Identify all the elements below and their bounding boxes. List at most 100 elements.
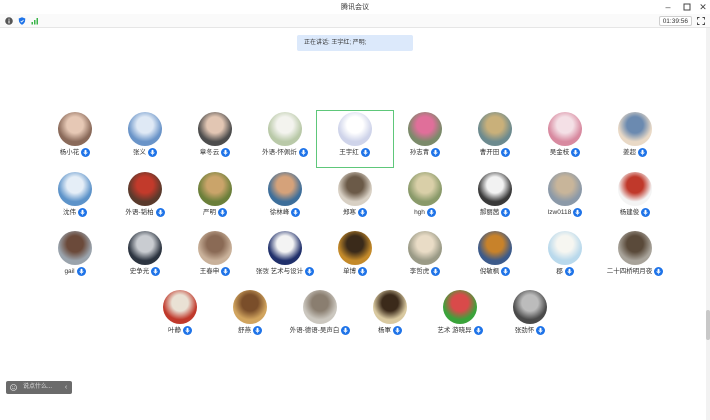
participant-tile[interactable]: 倪敏枫 [456,229,534,287]
speaking-indicator: 正在讲话: 王宇红; 严明; [297,35,413,51]
participant-tile[interactable]: 王春申 [176,229,254,287]
participant-name: 孙志青 [409,149,430,156]
participant-tile[interactable]: 徐林峰 [246,170,324,228]
avatar [443,290,477,324]
participant-name: 杨建俊 [619,209,640,216]
participant-tile[interactable]: 吴金枝 [526,110,604,168]
participant-tile[interactable]: 张劲怀 [491,288,569,346]
participant-name-row: 姜超 [576,148,694,157]
participant-name: 倪敏枫 [479,268,500,275]
participant-name: 严明 [203,209,216,216]
security-shield-icon[interactable] [18,17,26,25]
avatar [373,290,407,324]
avatar [478,112,512,146]
participant-tile[interactable]: gail [36,229,114,287]
participant-name: 单博 [343,268,356,275]
participant-tile[interactable]: 二十四桥明月夜 [596,229,674,287]
participant-tile[interactable]: 舒燕 [211,288,289,346]
avatar [478,172,512,206]
participant-tile[interactable]: 王宇红 [316,110,394,168]
participant-name-row: 张劲怀 [471,326,589,335]
participant-name: lzw0118 [547,209,572,216]
participant-name: 史争光 [129,268,150,275]
participant-tile[interactable]: 沈伟 [36,170,114,228]
microphone-icon [426,208,436,217]
avatar [548,231,582,265]
participant-name: 外语-怀佩炘 [262,149,297,156]
avatar [338,172,372,206]
participant-tile[interactable]: 严明 [176,170,254,228]
participant-tile[interactable]: 孙志青 [386,110,464,168]
microphone-icon [564,267,574,276]
participant-name: 艺术 游晓异 [437,327,472,334]
chat-input-box[interactable]: 说点什么... ‹ [6,381,72,394]
participant-name: 外语-韬柏 [125,209,154,216]
avatar [128,231,162,265]
microphone-icon [641,208,651,217]
participant-name: 郑寒 [343,209,356,216]
participant-tile[interactable]: 外语-韬柏 [106,170,184,228]
close-icon[interactable]: ✕ [697,1,709,13]
participant-tile[interactable]: 曹开田 [456,110,534,168]
participant-tile[interactable]: lzw0118 [526,170,604,228]
microphone-icon [654,267,664,276]
avatar [408,112,442,146]
info-icon[interactable] [5,17,13,25]
participant-tile[interactable]: 外语-怀佩炘 [246,110,324,168]
avatar [618,112,652,146]
participant-name: 郡 [556,268,563,275]
fullscreen-icon[interactable] [697,17,705,25]
participant-tile[interactable]: 郝丽茜 [456,170,534,228]
participant-tile[interactable]: 艺术 游晓异 [421,288,499,346]
participant-tile[interactable]: 杨小花 [36,110,114,168]
participant-tile[interactable]: 史争光 [106,229,184,287]
participant-tile[interactable]: 杨建俊 [596,170,674,228]
speaking-text: 正在讲话: 王宇红; 严明; [304,40,367,46]
participant-name: 张劲怀 [514,327,535,334]
avatar [58,112,92,146]
participant-tile[interactable]: 单博 [316,229,394,287]
title-bar: 腾讯会议 – ✕ [0,0,710,14]
avatar [233,290,267,324]
participant-tile[interactable]: 李哲虎 [386,229,464,287]
minimize-icon[interactable]: – [662,1,674,13]
meeting-toolbar: 01:39:56 [0,14,710,28]
avatar [548,172,582,206]
participant-tile[interactable]: 姜超 [596,110,674,168]
microphone-icon [76,267,86,276]
participant-tile[interactable]: 杨軍 [351,288,429,346]
participant-name: 杨軍 [378,327,391,334]
avatar [268,172,302,206]
participant-tile[interactable]: 张弢 艺术与设计 [246,229,324,287]
participant-name: 杨小花 [59,149,80,156]
participant-name: 叶静 [168,327,181,334]
avatar [198,172,232,206]
participant-name: 李哲虎 [409,268,430,275]
avatar [513,290,547,324]
participant-tile[interactable]: 外语-德语-吴声白 [281,288,359,346]
participant-tile[interactable]: hgh [386,170,464,228]
avatar [128,172,162,206]
network-signal-icon[interactable] [31,17,39,25]
emoji-icon[interactable] [10,384,17,391]
avatar [478,231,512,265]
participant-tile[interactable]: 章冬云 [176,110,254,168]
participant-tile[interactable]: 叶静 [141,288,219,346]
participant-tile[interactable]: 郑寒 [316,170,394,228]
microphone-icon [536,326,546,335]
participant-name: hgh [414,209,425,216]
participant-tile[interactable]: 张义 [106,110,184,168]
avatar [408,172,442,206]
chat-placeholder: 说点什么... [23,384,53,390]
window-title: 腾讯会议 [341,4,369,11]
participant-name: 郝丽茜 [479,209,500,216]
maximize-icon[interactable] [681,1,693,13]
participant-name-row: 二十四桥明月夜 [576,267,694,276]
scrollbar-thumb[interactable] [706,310,710,340]
participant-tile[interactable]: 郡 [526,229,604,287]
chevron-left-icon[interactable]: ‹ [62,382,70,393]
avatar [268,231,302,265]
avatar [163,290,197,324]
avatar [338,231,372,265]
scrollbar-track[interactable] [706,28,710,420]
